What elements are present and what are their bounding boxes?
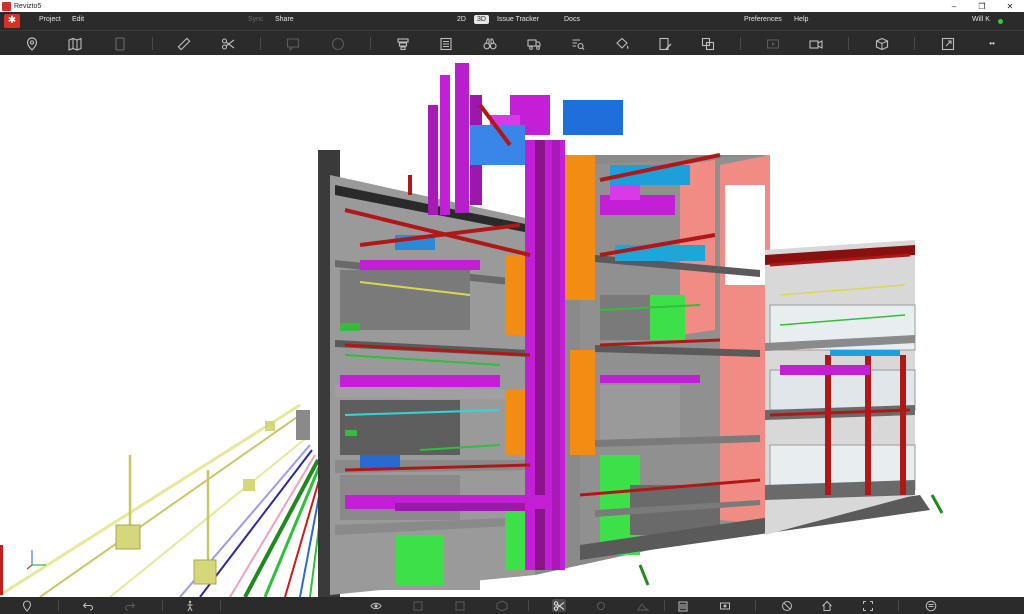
window-title: Revizto5 <box>14 2 42 10</box>
bottombar-separator <box>58 600 59 611</box>
paint-bucket-icon[interactable] <box>614 36 630 51</box>
close-button[interactable]: ✕ <box>996 0 1024 12</box>
menu-edit[interactable]: Edit <box>72 16 84 23</box>
user-name[interactable]: Will K <box>972 16 990 23</box>
scissors-icon[interactable] <box>552 599 566 612</box>
menu-project[interactable]: Project <box>39 16 61 23</box>
restore-button[interactable]: ❐ <box>968 0 996 12</box>
menu-bar: ✱ Project Edit Sync Share 2D 3D Issue Tr… <box>0 12 1024 30</box>
3d-viewport[interactable] <box>0 55 1024 597</box>
ruler-icon[interactable] <box>176 36 192 51</box>
main-building-left <box>318 150 535 597</box>
bottombar-separator <box>162 600 163 611</box>
toolbar-separator <box>848 37 849 50</box>
section-box-icon[interactable] <box>495 599 509 612</box>
undo-icon[interactable] <box>81 599 95 612</box>
menu-preferences[interactable]: Preferences <box>744 16 782 23</box>
bottombar-separator <box>220 600 221 611</box>
video-icon[interactable] <box>765 36 781 51</box>
online-status-indicator <box>998 19 1003 24</box>
orange-wall <box>505 390 527 455</box>
edit-document-icon[interactable] <box>657 36 673 51</box>
walk-icon[interactable] <box>183 599 197 612</box>
speech-icon[interactable] <box>330 36 346 51</box>
menu-share[interactable]: Share <box>275 16 294 23</box>
cube-add-icon[interactable] <box>874 36 890 51</box>
view-icon[interactable] <box>718 599 732 612</box>
expand-icon[interactable] <box>940 36 956 51</box>
tablet-icon[interactable] <box>112 36 128 51</box>
revizto-logo-icon[interactable]: ✱ <box>4 14 20 28</box>
camera-icon[interactable] <box>808 36 824 51</box>
orange-wall <box>565 155 595 300</box>
redo-icon[interactable] <box>123 599 137 612</box>
visibility-icon[interactable] <box>453 599 467 612</box>
location-pin-icon[interactable] <box>24 36 40 51</box>
bottombar-separator <box>898 600 899 611</box>
toolbar-separator <box>914 37 915 50</box>
building-model-render[interactable] <box>0 55 1024 597</box>
building-icon[interactable] <box>676 599 690 612</box>
fit-icon[interactable] <box>861 599 875 612</box>
menu-docs[interactable]: Docs <box>564 16 580 23</box>
toolbar-separator <box>370 37 371 50</box>
add-comment-icon[interactable] <box>285 36 301 51</box>
truck-icon[interactable] <box>526 36 542 51</box>
bottom-toolbar <box>0 597 1024 614</box>
mode-3d[interactable]: 3D <box>474 15 489 24</box>
layers-icon[interactable] <box>395 36 411 51</box>
annex-building <box>765 240 944 535</box>
hide-icon[interactable] <box>411 599 425 612</box>
bottombar-separator <box>528 600 529 611</box>
eye-icon[interactable] <box>369 599 383 612</box>
clash-icon[interactable] <box>700 36 716 51</box>
bottombar-separator <box>664 600 665 611</box>
terrain-icon[interactable] <box>636 599 650 612</box>
binoculars-icon[interactable] <box>482 36 498 51</box>
menu-sync[interactable]: Sync <box>248 16 264 23</box>
bottombar-separator <box>755 600 756 611</box>
minimize-button[interactable]: – <box>940 0 968 12</box>
menu-help[interactable]: Help <box>794 16 808 23</box>
mode-2d[interactable]: 2D <box>454 15 469 24</box>
clash-icon[interactable] <box>780 599 794 612</box>
title-bar: Revizto5 – ❐ ✕ <box>0 0 1024 12</box>
map-pin-icon[interactable] <box>67 36 83 51</box>
more-icon[interactable]: •• <box>984 36 1000 51</box>
app-icon <box>2 1 11 11</box>
toolbar-separator <box>260 37 261 50</box>
layers-icon[interactable] <box>924 599 938 612</box>
menu-issue-tracker[interactable]: Issue Tracker <box>497 16 539 23</box>
window-controls: – ❐ ✕ <box>940 0 1024 12</box>
main-toolbar: •• <box>0 30 1024 55</box>
scissors-icon[interactable] <box>220 36 236 51</box>
toolbar-separator <box>740 37 741 50</box>
search-filter-icon[interactable] <box>570 36 586 51</box>
location-icon[interactable] <box>20 599 34 612</box>
list-icon[interactable] <box>438 36 454 51</box>
orange-wall <box>570 350 595 455</box>
settings-icon[interactable] <box>594 599 608 612</box>
toolbar-separator <box>152 37 153 50</box>
home-icon[interactable] <box>820 599 834 612</box>
